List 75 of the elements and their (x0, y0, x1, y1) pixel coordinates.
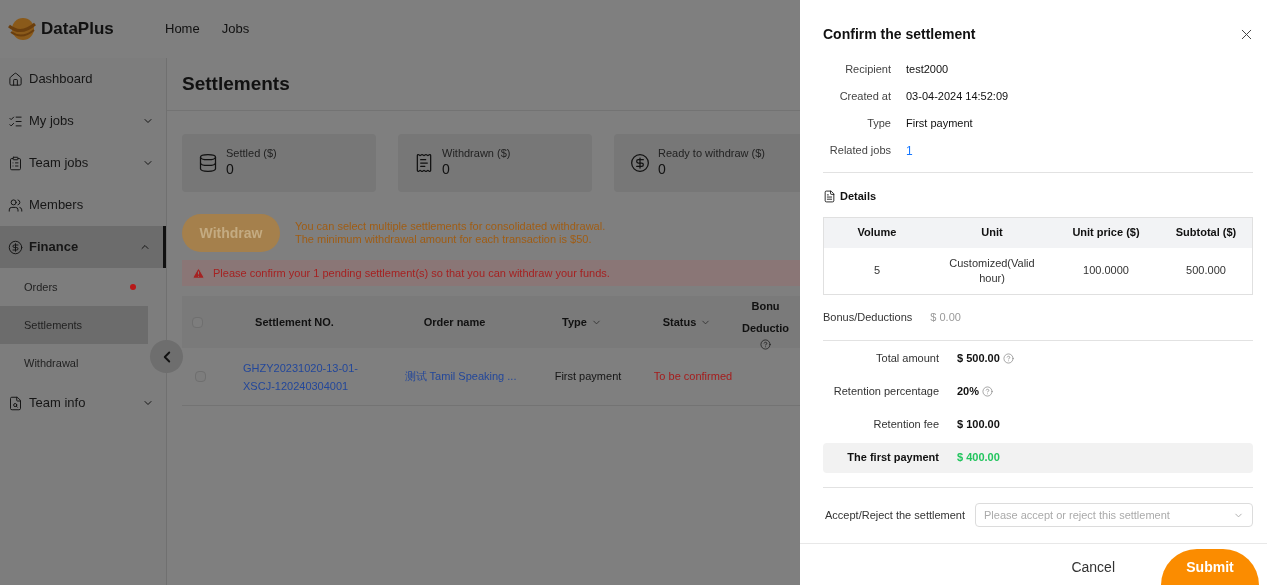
pending-alert: Please confirm your 1 pending settlement(s) so that you can withdraw your funds. (182, 260, 800, 286)
card-label: Ready to withdraw ($) (658, 147, 765, 162)
amount-value: 20% (957, 384, 980, 400)
column-header: Order name (423, 315, 486, 330)
card-value: 0 (442, 161, 451, 179)
document-search-icon (8, 395, 23, 411)
field-label: Created at (838, 89, 891, 105)
column-header: Subtotal ($) (1174, 225, 1238, 241)
sidebar-subitem[interactable]: Withdrawal (0, 344, 148, 382)
column-header: Unit price ($) (1071, 225, 1141, 241)
drawer-title: Confirm the settlement (823, 25, 976, 44)
column-header: Settlement NO. (255, 315, 334, 330)
amount-value: $ 500.00 (957, 351, 1000, 367)
column-header: Type (562, 315, 587, 330)
nav-link[interactable]: Jobs (221, 19, 250, 39)
column-header: Unit (980, 225, 1004, 241)
dollar-coin-icon (630, 153, 650, 173)
sidebar-item[interactable]: Members (0, 184, 166, 226)
coins-icon (198, 153, 218, 173)
bonus-value: $ 0.00 (930, 309, 961, 325)
brand-name: DataPlus (41, 18, 114, 41)
help-icon (760, 338, 772, 350)
decision-select[interactable]: Please accept or reject this settlement (975, 503, 1253, 527)
logo-icon (7, 16, 37, 42)
users-icon (8, 197, 23, 213)
amount-label: The first payment (846, 450, 939, 466)
field-label: Type (866, 116, 891, 132)
field-value: 03-04-2024 14:52:09 (906, 89, 1009, 105)
card-value: 0 (226, 161, 235, 179)
amount-label: Total amount (875, 351, 939, 367)
related-jobs-link[interactable]: 1 (906, 141, 913, 160)
submit-button[interactable]: Submit (1161, 549, 1259, 585)
status-text: To be confirmed (653, 369, 733, 385)
sidebar-item[interactable]: Dashboard (0, 58, 166, 100)
card-label: Withdrawn ($) (442, 147, 511, 162)
sidebar-subitem[interactable]: Orders (0, 268, 148, 306)
table-cell-text: First payment (554, 369, 622, 385)
amount-value: $ 400.00 (957, 450, 1000, 466)
table-cell-text: 500.000 (1185, 263, 1227, 278)
amount-label: Retention percentage (832, 384, 939, 400)
bonus-label: Bonus/Deductions (822, 309, 913, 325)
field-label: Recipient (844, 62, 891, 78)
page-title: Settlements (182, 71, 290, 96)
table-cell-text: Customized(Valid hour) (948, 255, 1036, 286)
amount-value: $ 100.00 (957, 417, 1000, 433)
document-icon (823, 189, 836, 203)
sidebar-item[interactable]: Finance (0, 226, 166, 268)
sidebar-item[interactable]: Team info (0, 382, 166, 424)
card-label: Settled ($) (226, 147, 277, 162)
table-cell-text: 100.0000 (1082, 263, 1130, 278)
card-value: 0 (658, 161, 667, 179)
sidebar-item[interactable]: My jobs (0, 100, 166, 142)
warning-icon (192, 266, 205, 280)
home-icon (8, 71, 23, 87)
sidebar-subitem[interactable]: Settlements (0, 306, 148, 344)
column-header: Status (662, 315, 697, 330)
nav-link[interactable]: Home (165, 19, 200, 39)
withdraw-hint: You can select multiple settlements for consolidated withdrawal. The minimum withdrawal amount for each transaction is $50. (295, 220, 606, 246)
decision-label: Accept/Reject the settlement (824, 507, 965, 523)
clipboard-icon (8, 155, 23, 171)
list-icon (8, 113, 23, 129)
field-value: test2000 (906, 62, 949, 78)
column-header: Volume (856, 225, 898, 241)
settlement-link[interactable]: GHZY20231020-13-01- XSCJ-120240304001 (243, 358, 358, 395)
receipt-icon (414, 153, 434, 173)
order-link[interactable]: 测试 Tamil Speaking ... (404, 368, 517, 385)
coin-icon (8, 239, 23, 255)
table-cell-text: 5 (872, 263, 882, 278)
field-value: First payment (906, 116, 973, 132)
section-title: Details (840, 189, 877, 204)
cancel-button[interactable]: Cancel (1063, 549, 1123, 585)
amount-label: Retention fee (872, 417, 939, 433)
sidebar-item[interactable]: Team jobs (0, 142, 166, 184)
column-header: Bonu Deductio (742, 298, 790, 336)
field-label: Related jobs (828, 143, 891, 159)
